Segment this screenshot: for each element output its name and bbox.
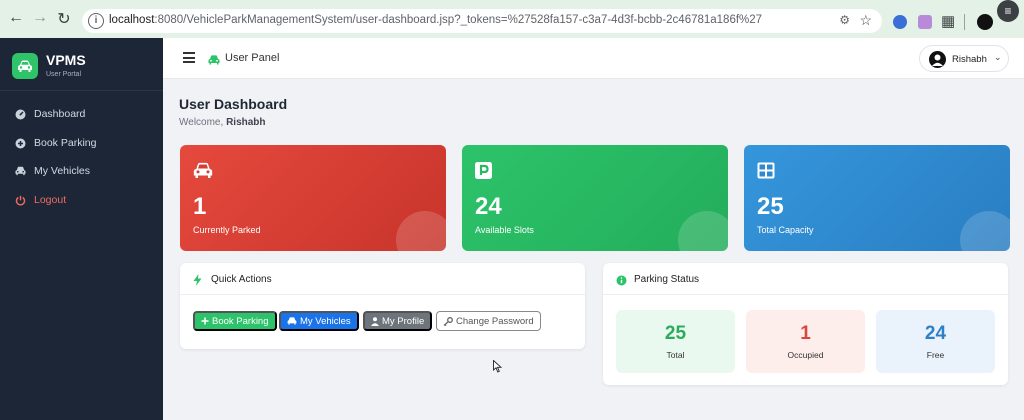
stat-label: Currently Parked [193, 225, 261, 235]
car-icon [287, 317, 297, 325]
power-icon [15, 195, 26, 206]
sidebar-item-label: Dashboard [34, 108, 86, 120]
stat-label: Available Slots [475, 225, 534, 235]
status-label: Total [666, 350, 685, 360]
welcome-user-name: Rishabh [226, 117, 266, 128]
decorative-circle [396, 211, 446, 251]
bookmark-star-icon[interactable]: ☆ [859, 12, 872, 29]
brand-name: VPMS [46, 52, 86, 68]
toolbar-divider [964, 14, 965, 30]
forward-arrow-icon[interactable]: → [30, 9, 50, 27]
back-arrow-icon[interactable]: ← [6, 9, 26, 27]
stat-card-currently-parked: 1 Currently Parked [180, 145, 446, 251]
key-icon [443, 316, 453, 326]
status-value: 24 [924, 323, 947, 344]
page-title: User Dashboard [179, 96, 288, 112]
car-icon [208, 52, 220, 70]
user-name: Rishabh [952, 54, 987, 65]
card-title: Parking Status [634, 274, 700, 285]
mouse-cursor-icon [493, 359, 503, 378]
dashboard-gauge-icon [15, 109, 26, 120]
sidebar-item-my-vehicles[interactable]: My Vehicles [0, 157, 163, 185]
hamburger-menu-icon[interactable] [183, 52, 195, 63]
user-icon [371, 316, 379, 326]
plus-icon [201, 317, 209, 325]
decorative-circle [960, 211, 1010, 251]
status-value: 1 [800, 323, 811, 344]
address-bar[interactable]: i localhost:8080/VehicleParkManagementSy… [82, 9, 882, 33]
stat-card-total-capacity: 25 Total Capacity [744, 145, 1010, 251]
sidebar-item-book-parking[interactable]: Book Parking [0, 129, 163, 157]
my-profile-button[interactable]: My Profile [363, 311, 433, 331]
card-header: Parking Status [603, 263, 1008, 295]
change-password-button[interactable]: Change Password [436, 311, 541, 331]
sidebar-item-label: My Vehicles [34, 165, 91, 177]
status-label: Occupied [787, 350, 824, 360]
status-value: 25 [664, 323, 687, 344]
sidebar-item-label: Book Parking [34, 137, 97, 149]
browser-toolbar: ← → ↻ i localhost:8080/VehicleParkManage… [0, 0, 1024, 38]
sidebar: VPMS User Portal Dashboard Book Parking … [0, 38, 163, 420]
decorative-circle [678, 211, 728, 251]
book-parking-button[interactable]: Book Parking [193, 311, 277, 331]
top-bar: User Panel Rishabh ⌄ [163, 38, 1024, 79]
stat-label: Total Capacity [757, 225, 814, 235]
user-menu-button[interactable]: Rishabh ⌄ [919, 45, 1009, 72]
sidebar-item-logout[interactable]: Logout [0, 186, 163, 214]
stat-value: 25 [757, 193, 784, 220]
brand[interactable]: VPMS User Portal [0, 38, 163, 91]
site-info-icon[interactable]: i [88, 13, 104, 29]
status-tile-occupied: 1 Occupied [746, 310, 865, 373]
my-vehicles-button[interactable]: My Vehicles [279, 311, 359, 331]
profile-extension-icon[interactable] [977, 14, 993, 30]
parking-icon [475, 162, 492, 184]
panel-title: User Panel [225, 52, 280, 64]
stat-card-available-slots: 24 Available Slots [462, 145, 728, 251]
address-url[interactable]: localhost:8080/VehicleParkManagementSyst… [109, 14, 762, 26]
quick-actions-card: Quick Actions Book Parking My Vehicles M… [180, 263, 585, 349]
plus-circle-icon [15, 138, 26, 149]
stat-value: 1 [193, 193, 207, 220]
status-tile-total: 25 Total [616, 310, 735, 373]
card-header: Quick Actions [180, 263, 585, 295]
reload-icon[interactable]: ↻ [54, 9, 74, 29]
extension-blue-icon[interactable] [893, 15, 907, 29]
extension-purple-icon[interactable] [918, 15, 932, 29]
info-circle-icon [616, 273, 627, 291]
welcome-text: Welcome, Rishabh [179, 117, 266, 128]
stat-value: 24 [475, 193, 502, 220]
grid-icon [757, 162, 775, 184]
browser-menu-icon[interactable]: ≡ [997, 0, 1019, 22]
sidebar-item-label: Logout [34, 194, 67, 206]
chevron-down-icon: ⌄ [994, 52, 1002, 62]
car-icon [15, 166, 26, 176]
card-title: Quick Actions [211, 274, 272, 285]
car-icon [193, 162, 213, 184]
brand-subtitle: User Portal [46, 71, 82, 78]
car-logo-icon [12, 53, 38, 79]
lightning-bolt-icon [193, 273, 202, 291]
status-tile-free: 24 Free [876, 310, 995, 373]
status-label: Free [926, 350, 945, 360]
password-key-icon[interactable]: ⚙ [839, 13, 850, 27]
parking-status-card: Parking Status 25 Total 1 Occupied 24 Fr… [603, 263, 1008, 385]
extensions-puzzle-icon[interactable]: ▦ [941, 12, 955, 30]
user-avatar-icon [929, 51, 946, 68]
sidebar-item-dashboard[interactable]: Dashboard [0, 100, 163, 128]
